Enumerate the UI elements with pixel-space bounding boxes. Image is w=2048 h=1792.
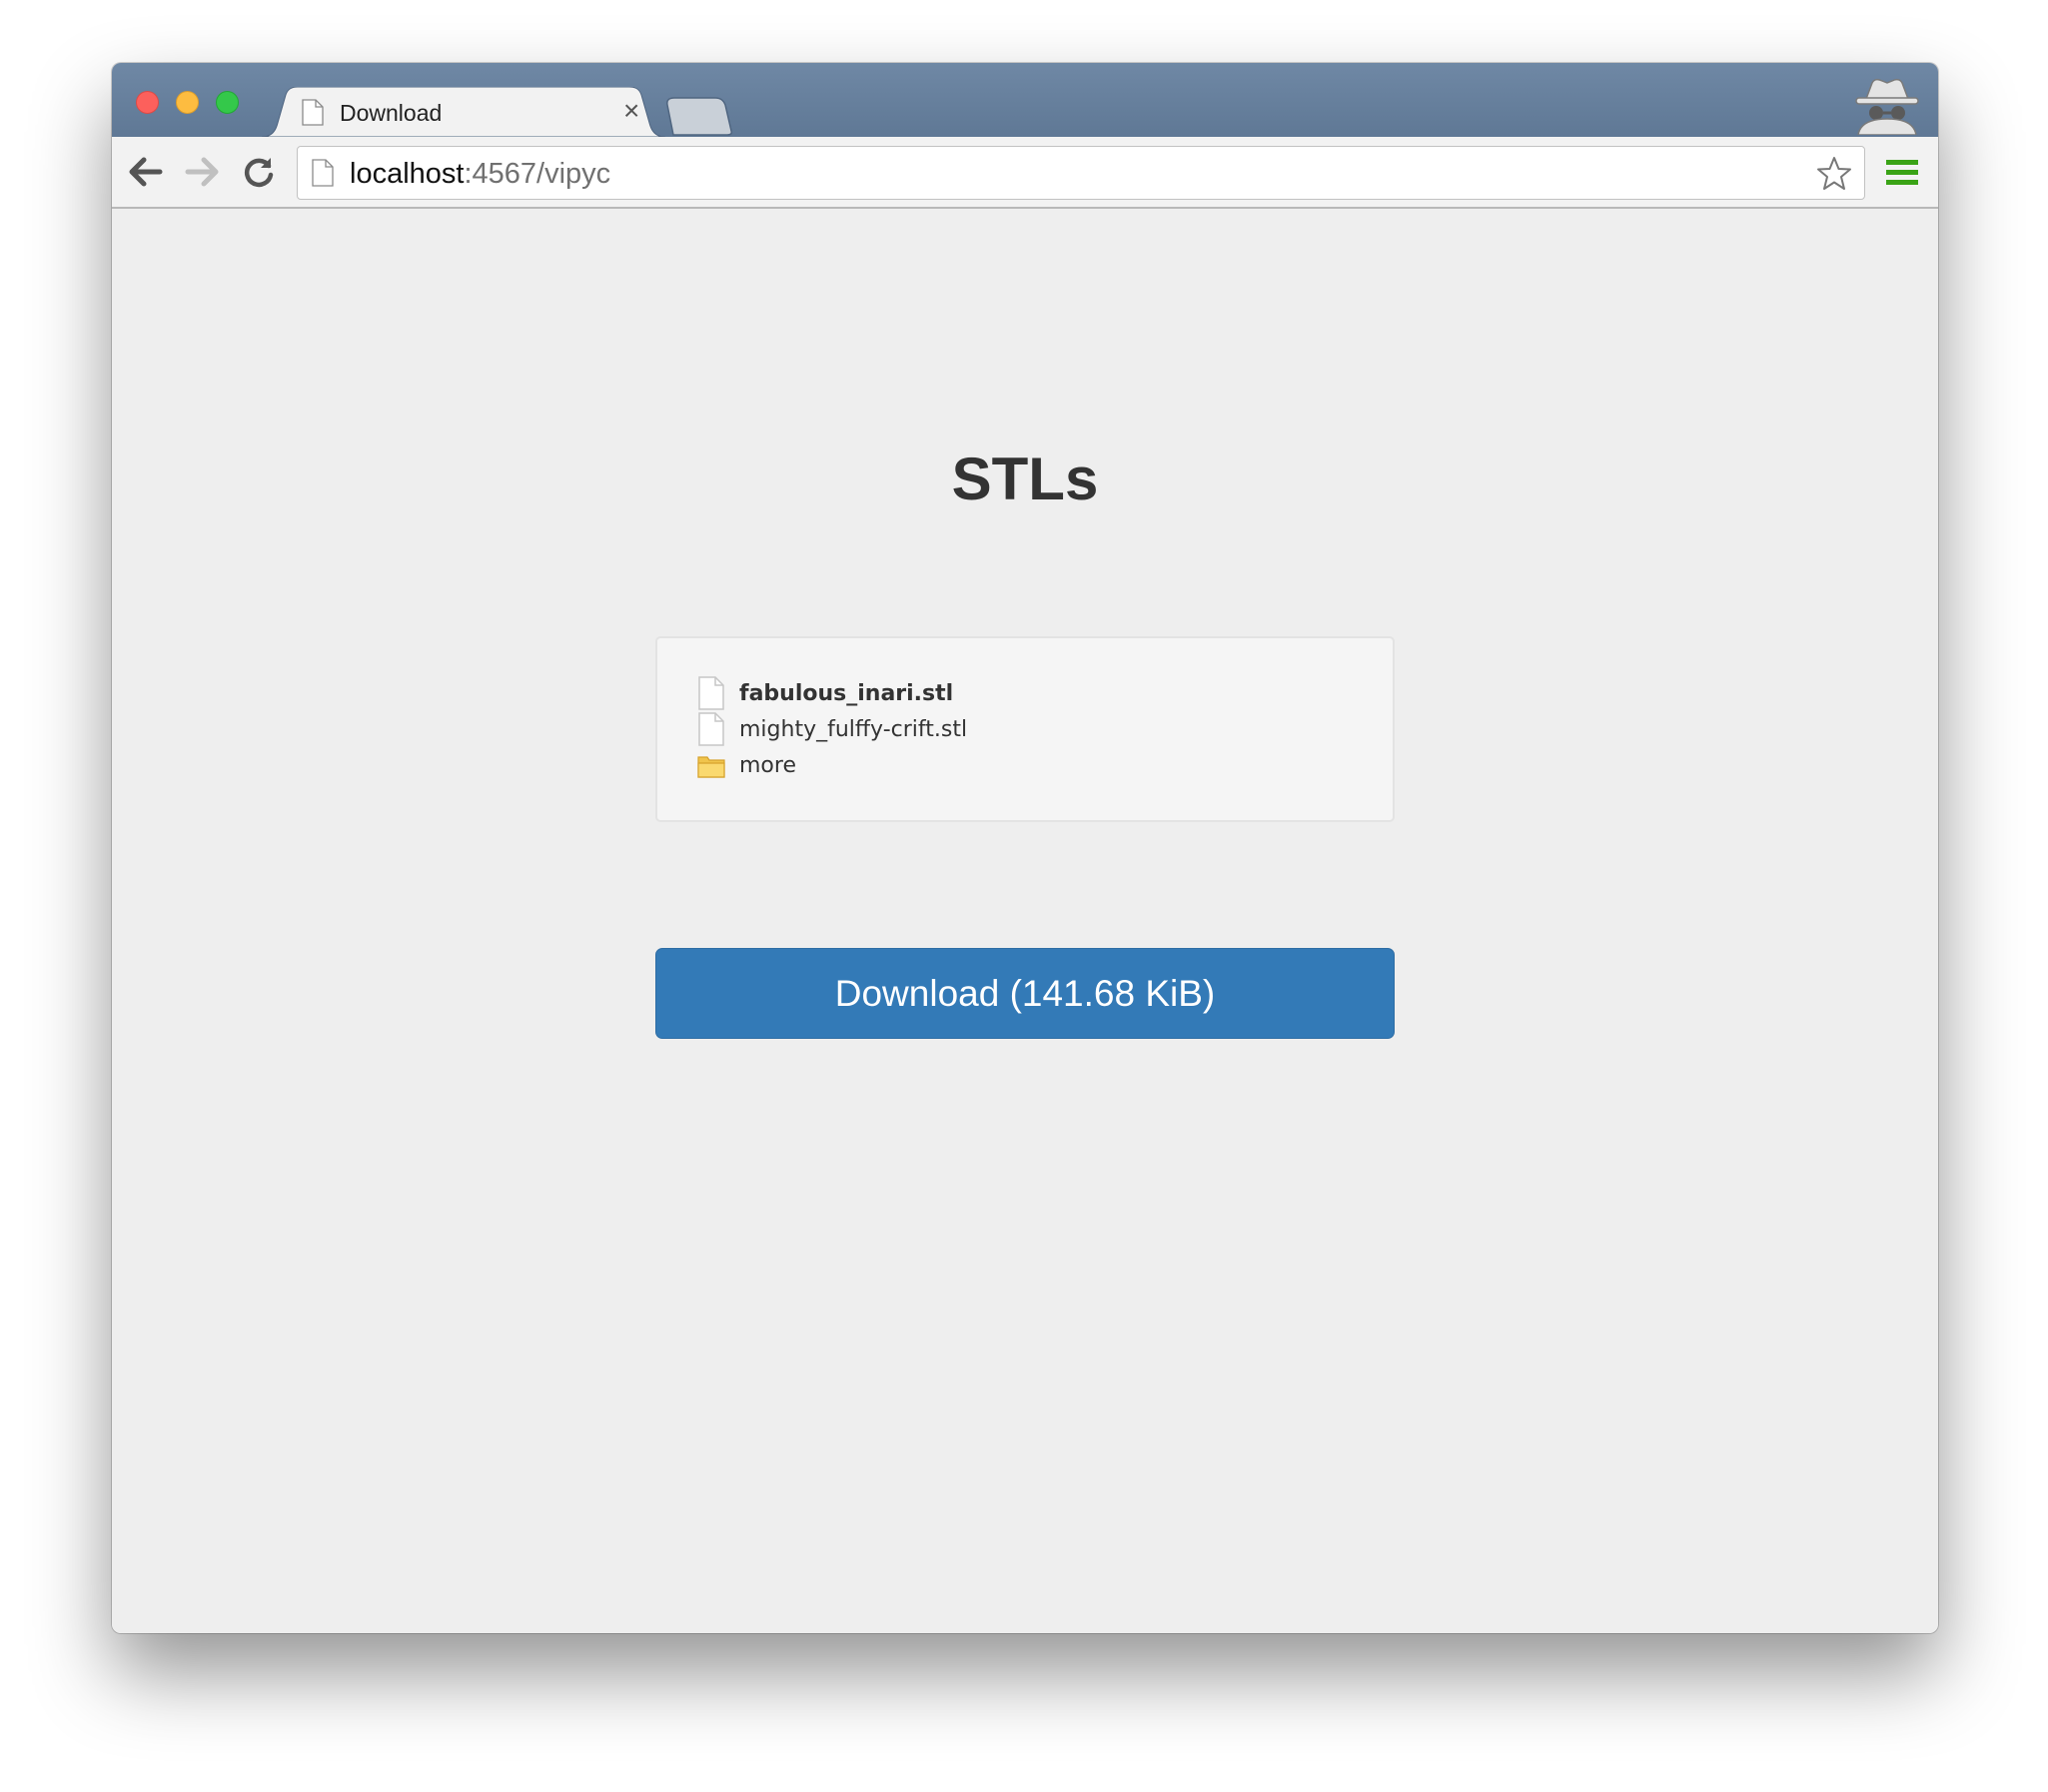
- incognito-icon[interactable]: [1852, 77, 1922, 135]
- url-host: localhost: [350, 158, 465, 190]
- new-tab-button[interactable]: [665, 97, 733, 137]
- file-item: fabulous_inari.stl: [697, 676, 953, 710]
- folder-icon: [697, 756, 725, 778]
- tab-close-icon[interactable]: ×: [623, 97, 639, 125]
- file-list: fabulous_inari.stl mighty_fulffy-crift.s…: [655, 636, 1395, 822]
- file-icon: [698, 712, 724, 746]
- file-name: mighty_fulffy-crift.stl: [739, 716, 968, 742]
- forward-arrow-icon[interactable]: [184, 155, 220, 189]
- title-bar: Download ×: [112, 63, 1938, 137]
- maximize-window-button[interactable]: [216, 91, 239, 114]
- file-name: fabulous_inari.stl: [739, 680, 954, 706]
- page-content: STLs fabulous_inari.stl mighty_fulffy-cr…: [112, 209, 1938, 1633]
- page-title: STLs: [951, 446, 1099, 512]
- url-text: localhost:4567/vipyc: [350, 158, 610, 191]
- toolbar: localhost:4567/vipyc: [112, 137, 1938, 209]
- back-arrow-icon[interactable]: [128, 155, 164, 189]
- hamburger-menu-icon[interactable]: [1886, 159, 1918, 187]
- page-icon: [302, 99, 324, 126]
- tab-title: Download: [340, 100, 443, 126]
- reload-icon[interactable]: [242, 155, 276, 189]
- tab-download[interactable]: Download ×: [262, 87, 665, 137]
- address-bar[interactable]: localhost:4567/vipyc: [297, 146, 1865, 200]
- star-icon[interactable]: [1816, 156, 1852, 192]
- file-item: mighty_fulffy-crift.stl: [697, 712, 967, 746]
- minimize-window-button[interactable]: [176, 91, 199, 114]
- browser-window: Download × localhost:4567/vipyc STLs fab…: [112, 63, 1938, 1633]
- folder-name: more: [739, 752, 796, 778]
- file-icon: [698, 676, 724, 710]
- url-path: :4567/vipyc: [464, 158, 611, 190]
- close-window-button[interactable]: [136, 91, 159, 114]
- page-info-icon[interactable]: [312, 159, 334, 187]
- download-button[interactable]: Download (141.68 KiB): [655, 948, 1395, 1039]
- folder-item: more: [697, 748, 796, 782]
